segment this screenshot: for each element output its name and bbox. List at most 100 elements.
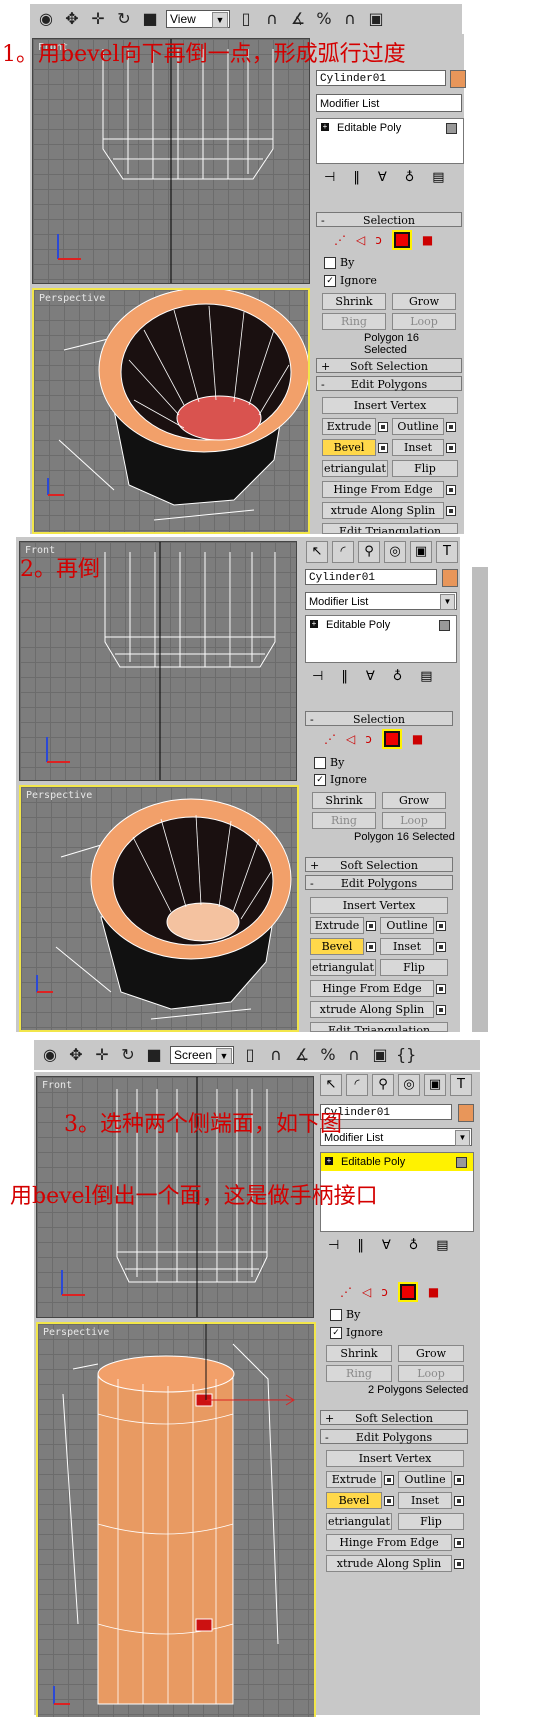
retriangulate-button[interactable]: etriangulat (322, 460, 388, 477)
select-move-icon[interactable]: ✥ (62, 9, 82, 29)
extrude-along-spline-button[interactable]: xtrude Along Splin (326, 1555, 452, 1572)
ignore-backfacing-checkbox[interactable]: ✓ Ignore (314, 773, 367, 786)
extrude-spline-settings-icon[interactable] (446, 506, 456, 516)
spinner-snap-icon[interactable]: ∩ (344, 1045, 364, 1065)
remove-modifier-icon[interactable]: ♁ (405, 170, 415, 185)
make-unique-icon[interactable]: ∀ (378, 170, 387, 185)
move-icon[interactable]: ✛ (92, 1045, 112, 1065)
show-end-result-icon[interactable]: ‖ (353, 170, 360, 185)
bevel-settings-icon[interactable] (378, 443, 388, 453)
extrude-spline-settings-icon[interactable] (436, 1005, 446, 1015)
hinge-settings-icon[interactable] (454, 1538, 464, 1548)
outline-settings-icon[interactable] (436, 921, 446, 931)
perspective-viewport[interactable]: Perspective (32, 288, 310, 534)
extrude-along-spline-button[interactable]: xtrude Along Splin (310, 1001, 434, 1018)
object-name-field[interactable]: Cylinder01 (305, 569, 437, 585)
percent-snap-icon[interactable]: % (318, 1045, 338, 1065)
chevron-down-icon[interactable]: ▼ (212, 12, 228, 28)
extrude-spline-settings-icon[interactable] (454, 1559, 464, 1569)
pivot-icon[interactable]: ▯ (236, 9, 256, 29)
border-icon[interactable]: ↄ (365, 732, 372, 746)
modify-tab-icon[interactable]: ◜ (332, 541, 354, 563)
loop-button[interactable]: Loop (392, 313, 456, 330)
configure-sets-icon[interactable]: ▤ (432, 170, 444, 185)
move-icon[interactable]: ✛ (88, 9, 108, 29)
hierarchy-tab-icon[interactable]: ⚲ (358, 541, 380, 563)
chevron-down-icon[interactable]: ▼ (440, 594, 455, 610)
shrink-button[interactable]: Shrink (326, 1345, 392, 1362)
bevel-settings-icon[interactable] (366, 942, 376, 952)
vertex-icon[interactable]: ⋰ (324, 732, 336, 746)
object-name-field[interactable]: Cylinder01 (316, 70, 446, 86)
object-color-swatch[interactable] (450, 70, 466, 88)
ignore-backfacing-checkbox[interactable]: ✓ Ignore (324, 274, 377, 287)
perspective-viewport[interactable]: Perspective (19, 785, 299, 1032)
angle-snap-icon[interactable]: ∡ (292, 1045, 312, 1065)
by-vertex-checkbox[interactable]: By (314, 756, 344, 769)
shrink-button[interactable]: Shrink (322, 293, 386, 310)
border-icon[interactable]: ↄ (381, 1285, 388, 1299)
extrude-settings-icon[interactable] (366, 921, 376, 931)
by-vertex-checkbox[interactable]: By (324, 256, 354, 269)
extrude-along-spline-button[interactable]: xtrude Along Splin (322, 502, 444, 519)
selection-rollout-header[interactable]: - Selection (316, 212, 462, 227)
modify-tab-icon[interactable]: ◜ (346, 1074, 368, 1096)
motion-tab-icon[interactable]: ◎ (384, 541, 406, 563)
bevel-button[interactable]: Bevel (322, 439, 376, 456)
loop-button[interactable]: Loop (398, 1365, 464, 1382)
render-icon[interactable]: ▣ (366, 9, 386, 29)
flip-button[interactable]: Flip (392, 460, 458, 477)
edge-icon[interactable]: ◁ (362, 1285, 371, 1299)
create-tab-icon[interactable]: ↖ (320, 1074, 342, 1096)
extrude-settings-icon[interactable] (384, 1475, 394, 1485)
ring-button[interactable]: Ring (312, 812, 376, 829)
make-unique-icon[interactable]: ∀ (382, 1238, 391, 1253)
chevron-down-icon[interactable]: ▼ (455, 1130, 470, 1146)
reference-coordinate-select[interactable]: View ▼ (166, 10, 230, 28)
extrude-settings-icon[interactable] (378, 422, 388, 432)
border-icon[interactable]: ↄ (375, 233, 382, 247)
perspective-viewport[interactable]: Perspective (36, 1322, 316, 1717)
modifier-list-dropdown[interactable]: Modifier List ▼ (305, 592, 457, 610)
extrude-button[interactable]: Extrude (310, 917, 364, 934)
make-unique-icon[interactable]: ∀ (366, 669, 375, 684)
hinge-from-edge-button[interactable]: Hinge From Edge (310, 980, 434, 997)
retriangulate-button[interactable]: etriangulat (326, 1513, 392, 1530)
outline-button[interactable]: Outline (380, 917, 434, 934)
inset-settings-icon[interactable] (454, 1496, 464, 1506)
bevel-button[interactable]: Bevel (326, 1492, 382, 1509)
edit-triangulation-button[interactable]: Edit Triangulation (310, 1022, 448, 1032)
show-end-result-icon[interactable]: ‖ (341, 669, 348, 684)
edit-polygons-header[interactable]: - Edit Polygons (320, 1429, 468, 1444)
motion-tab-icon[interactable]: ◎ (398, 1074, 420, 1096)
retriangulate-button[interactable]: etriangulat (310, 959, 376, 976)
extrude-button[interactable]: Extrude (322, 418, 376, 435)
pin-stack-icon[interactable]: ⊣ (312, 669, 323, 684)
polygon-mode-button[interactable] (381, 729, 402, 749)
bevel-settings-icon[interactable] (384, 1496, 394, 1506)
edit-polygons-header[interactable]: - Edit Polygons (305, 875, 453, 890)
show-end-result-icon[interactable]: ‖ (357, 1238, 364, 1253)
vertex-icon[interactable]: ⋰ (340, 1285, 352, 1299)
modifier-list-dropdown[interactable]: Modifier List ▼ (320, 1128, 472, 1146)
abc-icon[interactable]: {} (396, 1045, 416, 1065)
flip-button[interactable]: Flip (380, 959, 448, 976)
edit-triangulation-button[interactable]: Edit Triangulation (322, 523, 458, 534)
object-color-swatch[interactable] (442, 569, 458, 587)
chevron-down-icon[interactable]: ▼ (216, 1048, 232, 1064)
hinge-settings-icon[interactable] (436, 984, 446, 994)
spinner-snap-icon[interactable]: ∩ (340, 9, 360, 29)
configure-sets-icon[interactable]: ▤ (420, 669, 432, 684)
ring-button[interactable]: Ring (322, 313, 386, 330)
outline-button[interactable]: Outline (392, 418, 444, 435)
remove-modifier-icon[interactable]: ♁ (393, 669, 403, 684)
modifier-toggle-icon[interactable] (439, 620, 450, 631)
hierarchy-tab-icon[interactable]: ⚲ (372, 1074, 394, 1096)
utilities-tab-icon[interactable]: T (450, 1074, 472, 1096)
flip-button[interactable]: Flip (398, 1513, 464, 1530)
grow-button[interactable]: Grow (392, 293, 456, 310)
selection-rollout-header[interactable]: - Selection (305, 711, 453, 726)
hinge-from-edge-button[interactable]: Hinge From Edge (326, 1534, 452, 1551)
expand-icon[interactable]: + (321, 123, 329, 131)
utilities-tab-icon[interactable]: T (436, 541, 458, 563)
